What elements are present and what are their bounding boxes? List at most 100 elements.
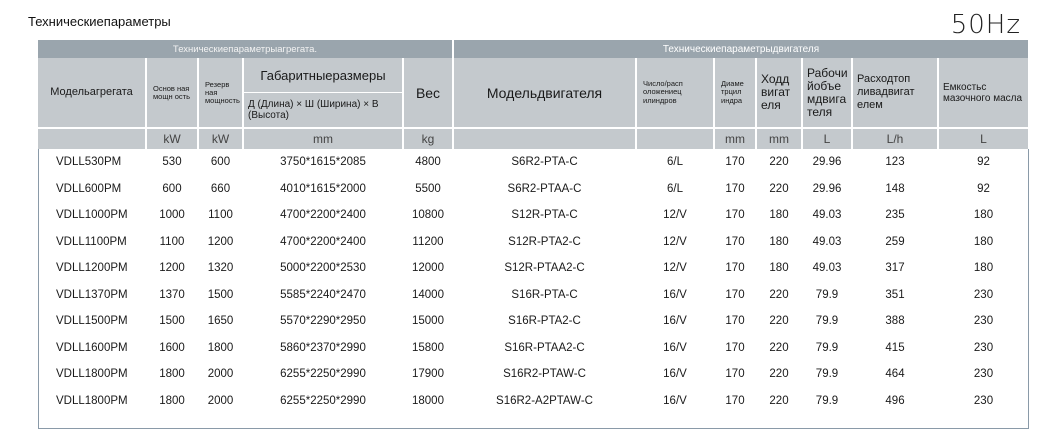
cell-weight: 5500 bbox=[415, 182, 441, 195]
cell-stroke: 180 bbox=[769, 262, 789, 275]
unit-bore: mm bbox=[714, 127, 757, 149]
cell-oil: 180 bbox=[973, 262, 994, 275]
header-fuel: Расходтоп ливадвигат елем bbox=[852, 58, 939, 128]
cell-prime-power: 1800 bbox=[159, 394, 185, 407]
cell-stroke: 180 bbox=[769, 209, 789, 222]
header-stroke: Ходд вигат еля bbox=[756, 58, 803, 128]
cell-model: VDLL1200PM bbox=[56, 262, 128, 275]
cell-dimensions: 4700*2200*2400 bbox=[280, 209, 366, 222]
cell-dimensions: 5570*2290*2950 bbox=[280, 315, 366, 328]
cell-oil: 230 bbox=[973, 368, 994, 381]
cell-dimensions: 6255*2250*2990 bbox=[280, 368, 366, 381]
table-row: VDLL1800PM 1800 2000 6255*2250*2990 18000 S16… bbox=[38, 388, 1029, 415]
unit-engine-model bbox=[453, 127, 637, 149]
header-dimensions-detail: Д (Длина) × Ш (Ширина) × В (Высота) bbox=[243, 92, 404, 128]
header-dimensions: Габаритныеразмеры bbox=[243, 58, 404, 93]
cell-prime-power: 600 bbox=[162, 182, 182, 195]
cell-bore: 170 bbox=[725, 315, 745, 328]
cell-weight: 11200 bbox=[412, 235, 444, 248]
cell-weight: 17900 bbox=[412, 368, 444, 381]
cell-prime-power: 1500 bbox=[159, 315, 185, 328]
cell-displacement: 49.03 bbox=[812, 262, 842, 275]
cell-standby-power: 1800 bbox=[207, 341, 234, 354]
header-weight: Вес bbox=[403, 58, 454, 128]
cell-cylinders: 6/L bbox=[667, 156, 683, 169]
cell-oil: 92 bbox=[977, 182, 990, 195]
cell-prime-power: 530 bbox=[162, 156, 182, 169]
cell-dimensions: 5000*2200*2530 bbox=[280, 262, 366, 275]
genset-group-header: Техническиепараметрыагрегата. bbox=[38, 40, 454, 58]
cell-cylinders: 16/V bbox=[663, 315, 687, 328]
cell-dimensions: 4700*2200*2400 bbox=[280, 235, 366, 248]
cell-bore: 170 bbox=[725, 394, 745, 407]
cell-engine-model: S12R-PTA-C bbox=[511, 209, 578, 222]
cell-stroke: 220 bbox=[769, 156, 789, 169]
cell-bore: 170 bbox=[725, 156, 745, 169]
cell-engine-model: S16R2-PTAW-C bbox=[503, 368, 586, 381]
cell-stroke: 220 bbox=[769, 341, 789, 354]
cell-dimensions: 4010*1615*2000 bbox=[280, 182, 366, 195]
table-row: VDLL530PM 530 600 3750*1615*2085 4800 S6R2-PT… bbox=[38, 149, 1029, 176]
table-row: VDLL1100PM 1100 1200 4700*2200*2400 11200 S12… bbox=[38, 229, 1029, 256]
cell-standby-power: 660 bbox=[210, 182, 231, 195]
table-row: VDLL600PM 600 660 4010*1615*2000 5500 S6R2-PT… bbox=[38, 176, 1029, 203]
cell-displacement: 29.96 bbox=[812, 156, 842, 169]
cell-displacement: 79.9 bbox=[815, 368, 839, 381]
cell-stroke: 180 bbox=[769, 235, 789, 248]
table-row: VDLL1370PM 1370 1500 5585*2240*2470 14000 S16… bbox=[38, 282, 1029, 309]
cell-fuel: 351 bbox=[885, 288, 905, 301]
table-row: VDLL1000PM 1000 1100 4700*2200*2400 10800 S12… bbox=[38, 202, 1029, 229]
header-model: Модельагрегата bbox=[38, 58, 147, 128]
cell-weight: 12000 bbox=[412, 262, 444, 275]
table-row: VDLL1200PM 1200 1320 5000*2200*2530 12000 S12… bbox=[38, 255, 1029, 282]
cell-displacement: 79.9 bbox=[815, 394, 839, 407]
unit-weight: kg bbox=[403, 127, 454, 149]
engine-group-header: Техническиепараметрыдвигателя bbox=[453, 40, 1031, 58]
cell-engine-model: S6R2-PTA-C bbox=[511, 156, 578, 169]
cell-stroke: 220 bbox=[769, 288, 789, 301]
cell-stroke: 220 bbox=[769, 368, 789, 381]
cell-standby-power: 1200 bbox=[207, 235, 234, 248]
cell-standby-power: 1500 bbox=[207, 288, 234, 301]
cell-prime-power: 1100 bbox=[159, 235, 185, 248]
table-row: VDLL1600PM 1600 1800 5860*2370*2990 15800 S16… bbox=[38, 335, 1029, 362]
cell-weight: 10800 bbox=[412, 209, 444, 222]
specs-table: Техническиепараметрыагрегата. Технически… bbox=[38, 40, 1031, 415]
cell-displacement: 79.9 bbox=[815, 341, 839, 354]
cell-bore: 170 bbox=[725, 182, 745, 195]
header-displacement: Рабочи йобъе мдвига теля bbox=[802, 58, 853, 128]
cell-displacement: 49.03 bbox=[812, 235, 842, 248]
cell-fuel: 388 bbox=[885, 315, 905, 328]
cell-prime-power: 1370 bbox=[159, 288, 185, 301]
cell-engine-model: S12R-PTAA2-C bbox=[504, 262, 585, 275]
cell-bore: 170 bbox=[725, 341, 745, 354]
cell-bore: 170 bbox=[725, 262, 745, 275]
cell-stroke: 220 bbox=[769, 182, 789, 195]
cell-model: VDLL530PM bbox=[56, 156, 122, 169]
cell-weight: 15800 bbox=[412, 341, 444, 354]
header-standby-power: Резерв ная мощность bbox=[198, 58, 244, 128]
cell-dimensions: 5585*2240*2470 bbox=[280, 288, 366, 301]
cell-displacement: 79.9 bbox=[815, 288, 839, 301]
cell-dimensions: 6255*2250*2990 bbox=[280, 394, 366, 407]
cell-oil: 92 bbox=[977, 156, 990, 169]
unit-standby-power: kW bbox=[198, 127, 244, 149]
page-title: Техническиепараметры bbox=[28, 14, 171, 29]
cell-model: VDLL1600PM bbox=[56, 341, 128, 354]
header-prime-power: Основ ная мощн ость bbox=[146, 58, 199, 128]
cell-model: VDLL1800PM bbox=[56, 394, 128, 407]
frequency-label: 50Hz bbox=[950, 10, 1021, 40]
cell-engine-model: S16R-PTA2-C bbox=[508, 315, 581, 328]
cell-fuel: 123 bbox=[885, 156, 905, 169]
cell-prime-power: 1600 bbox=[159, 341, 185, 354]
cell-standby-power: 1100 bbox=[208, 209, 233, 222]
cell-prime-power: 1800 bbox=[159, 368, 185, 381]
cell-standby-power: 1650 bbox=[207, 315, 234, 328]
unit-prime-power: kW bbox=[146, 127, 199, 149]
cell-oil: 230 bbox=[973, 341, 994, 354]
cell-standby-power: 1320 bbox=[207, 262, 234, 275]
header-oil: Емкостьс мазочного масла bbox=[938, 58, 1031, 128]
cell-oil: 230 bbox=[973, 288, 994, 301]
cell-bore: 170 bbox=[725, 368, 745, 381]
unit-fuel: L/h bbox=[852, 127, 939, 149]
